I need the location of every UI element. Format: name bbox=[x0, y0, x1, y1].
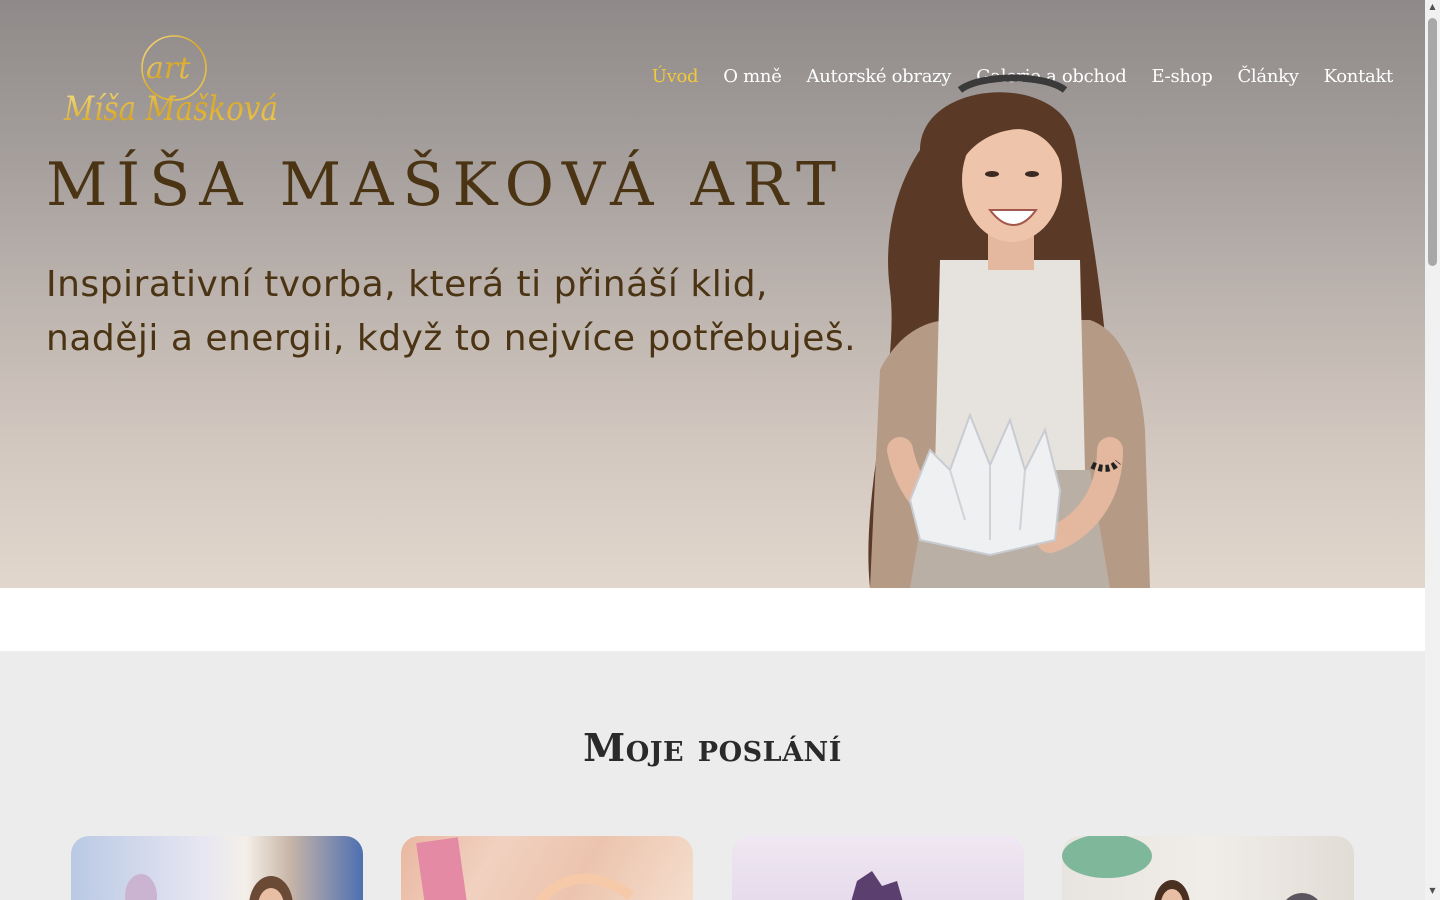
nav-item-uvod[interactable]: Úvod bbox=[652, 66, 699, 87]
mission-title: Moje poslání bbox=[583, 725, 842, 770]
page-scrollbar[interactable]: ▲ ▼ bbox=[1425, 0, 1440, 900]
mission-card-3-image[interactable] bbox=[732, 836, 1024, 900]
white-divider-band bbox=[0, 588, 1425, 651]
hero-subtitle-line-2: naději a energii, když to nejvíce potřeb… bbox=[46, 318, 857, 359]
mission-section: Moje poslání bbox=[0, 651, 1425, 900]
mission-card-4-image[interactable] bbox=[1062, 836, 1354, 900]
scroll-down-arrow-icon[interactable]: ▼ bbox=[1428, 886, 1437, 896]
oracle-cards-thumbnail bbox=[416, 837, 634, 900]
hero-subtitle-line-1: Inspirativní tvorba, která ti přináší kl… bbox=[46, 264, 768, 305]
hero-subtitle: Inspirativní tvorba, která ti přináší kl… bbox=[46, 258, 926, 366]
svg-text:Míša Mašková: Míša Mašková bbox=[63, 89, 278, 129]
hero-title: MÍŠA MAŠKOVÁ ART bbox=[46, 150, 845, 220]
hero-section: art Míša Mašková Úvod O mně Autorské obr… bbox=[0, 0, 1425, 588]
site-logo[interactable]: art Míša Mašková bbox=[60, 32, 285, 132]
amethyst-crystal-thumbnail bbox=[851, 871, 903, 900]
artist-portrait-image bbox=[868, 74, 1150, 588]
nav-item-clanky[interactable]: Články bbox=[1237, 66, 1298, 87]
scroll-up-arrow-icon[interactable]: ▲ bbox=[1428, 2, 1437, 12]
artist-with-painting-thumbnail bbox=[125, 874, 293, 900]
mission-card-2-image[interactable] bbox=[401, 836, 693, 900]
nav-item-kontakt[interactable]: Kontakt bbox=[1324, 66, 1394, 87]
mission-card-1-image[interactable] bbox=[71, 836, 363, 900]
svg-text:art: art bbox=[146, 51, 191, 86]
scrollbar-thumb[interactable] bbox=[1428, 18, 1437, 266]
artist-gallery-thumbnail bbox=[1062, 836, 1318, 900]
nav-item-o-mne[interactable]: O mně bbox=[723, 66, 782, 87]
